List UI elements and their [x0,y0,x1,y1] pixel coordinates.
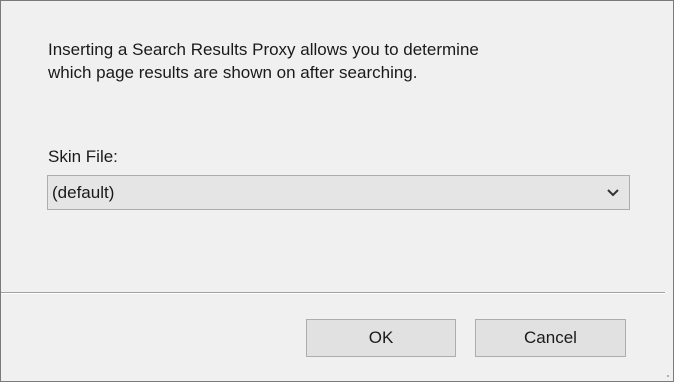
description-line-2: which page results are shown on after se… [48,63,418,82]
description-line-1: Inserting a Search Results Proxy allows … [48,40,479,59]
dialog-description: Inserting a Search Results Proxy allows … [48,38,648,84]
skin-file-select-value: (default) [52,183,115,202]
dialog-content: Inserting a Search Results Proxy allows … [1,1,673,292]
skin-file-label: Skin File: [48,147,118,166]
resize-grip-icon[interactable] [663,371,669,377]
footer-separator [1,292,665,294]
dialog-window: Inserting a Search Results Proxy allows … [0,0,674,382]
cancel-button[interactable]: Cancel [475,319,626,357]
skin-file-select[interactable]: (default) [47,175,630,210]
ok-button[interactable]: OK [306,319,456,357]
chevron-down-icon [607,189,619,197]
